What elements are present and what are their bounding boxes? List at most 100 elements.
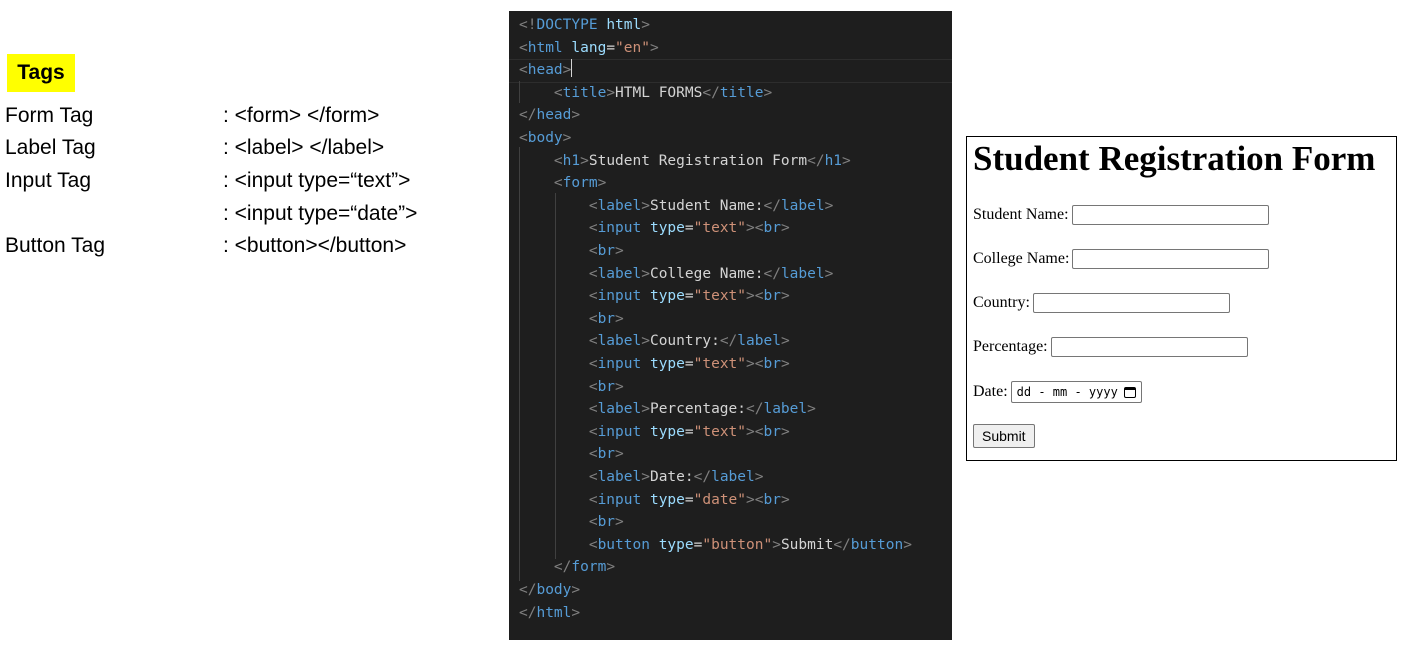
submit-button[interactable]: Submit [973, 424, 1035, 448]
code-line[interactable]: <label>Date:</label> [519, 466, 764, 488]
tag-syntax: : <label> </label> [223, 136, 385, 159]
code-token: < [588, 536, 598, 553]
code-line[interactable]: <label>Country:</label> [519, 330, 790, 352]
tag-name: Label Tag [5, 136, 96, 159]
code-line[interactable]: </head> [519, 104, 580, 126]
code-token: < [588, 220, 598, 237]
code-token: > [780, 423, 790, 440]
code-line[interactable]: <input type="date"><br> [519, 489, 790, 511]
code-token: > [824, 265, 834, 282]
code-line[interactable]: <br> [519, 376, 624, 398]
country-row: Country: [973, 291, 1230, 315]
code-token: < [588, 423, 598, 440]
code-token: > [571, 107, 581, 124]
country-input[interactable] [1032, 293, 1230, 313]
percentage-row: Percentage: [973, 335, 1248, 359]
code-token: > [780, 491, 790, 508]
code-line[interactable]: <head> [519, 59, 573, 81]
code-token: > [649, 39, 659, 56]
field-label: College Name: [973, 250, 1070, 267]
code-line[interactable]: <input type="text"><br> [519, 285, 790, 307]
code-token: > [763, 84, 773, 101]
code-token: > [641, 401, 650, 418]
code-token: form [571, 559, 607, 576]
code-token: type [649, 356, 685, 372]
code-line[interactable]: <br> [519, 511, 624, 533]
code-line[interactable]: <br> [519, 308, 624, 330]
code-token: type [658, 536, 694, 553]
code-token: > [562, 130, 572, 146]
code-token: > [615, 310, 624, 327]
student-name-input[interactable] [1071, 205, 1269, 225]
code-token: College Name: [649, 265, 764, 282]
code-token: type [649, 220, 685, 237]
code-line[interactable]: </body> [519, 579, 580, 601]
code-token: br [763, 288, 781, 305]
code-line[interactable]: <form> [519, 172, 606, 194]
code-line[interactable]: <body> [519, 127, 571, 149]
code-token: > [903, 536, 912, 553]
percentage-input[interactable] [1050, 337, 1248, 357]
code-token: form [562, 175, 598, 192]
current-line-highlight [509, 59, 952, 83]
code-token: </ [807, 152, 825, 169]
code-token: label [597, 265, 642, 282]
code-line[interactable]: <title>HTML FORMS</title> [519, 82, 772, 104]
code-token: > [842, 152, 851, 169]
code-token: < [553, 152, 563, 169]
code-token: > [580, 152, 589, 169]
code-token: input [597, 288, 642, 305]
code-token: > [606, 84, 616, 101]
code-token: </ [763, 265, 781, 282]
code-line[interactable]: <!DOCTYPE html> [519, 14, 650, 36]
page-title: Student Registration Form [973, 139, 1376, 178]
code-line[interactable]: <input type="text"><br> [519, 353, 790, 375]
code-editor[interactable]: <!DOCTYPE html> <html lang="en"> <head> < t… [509, 11, 952, 640]
code-line[interactable]: </form> [519, 556, 615, 578]
code-token: < [553, 175, 563, 192]
code-token: type [649, 491, 685, 508]
code-token: button [850, 536, 904, 553]
code-token: </ [719, 333, 738, 350]
code-token: "date" [693, 491, 747, 508]
code-line[interactable]: <br> [519, 443, 624, 465]
code-token: > [641, 197, 650, 214]
code-line[interactable]: <h1>Student Registration Form</h1> [519, 150, 851, 172]
code-line[interactable]: <label>Percentage:</label> [519, 398, 816, 420]
code-line[interactable]: <button type="button">Submit</button> [519, 534, 912, 556]
browser-preview: Student Registration Form Student Name: … [966, 136, 1397, 461]
code-line[interactable]: <br> [519, 240, 624, 262]
code-line[interactable]: </html> [519, 602, 580, 624]
code-token: = [684, 220, 694, 237]
code-line[interactable]: <label>College Name:</label> [519, 263, 833, 285]
code-token: > [606, 559, 616, 576]
code-token: Percentage: [649, 401, 746, 418]
date-input[interactable]: dd - mm - yyyy [1010, 381, 1142, 403]
code-line[interactable]: <label>Student Name:</label> [519, 195, 833, 217]
code-line[interactable]: <html lang="en"> [519, 37, 659, 59]
code-token: br [597, 514, 616, 531]
code-token: > [641, 333, 650, 350]
text-cursor [571, 59, 573, 78]
code-token: > [571, 582, 581, 598]
code-token: > [807, 401, 816, 418]
code-token: input [597, 356, 642, 372]
code-token: > [780, 333, 790, 350]
code-token: title [562, 84, 607, 101]
code-token: </ [702, 84, 720, 101]
code-line[interactable]: <input type="text"><br> [519, 421, 790, 443]
code-token: input [597, 491, 642, 508]
tag-name: Form Tag [5, 104, 94, 127]
code-token: > [772, 536, 781, 553]
code-token: Date: [649, 469, 694, 485]
college-name-input[interactable] [1072, 249, 1270, 269]
calendar-icon[interactable] [1123, 386, 1136, 398]
code-line[interactable]: <input type="text"><br> [519, 217, 790, 239]
